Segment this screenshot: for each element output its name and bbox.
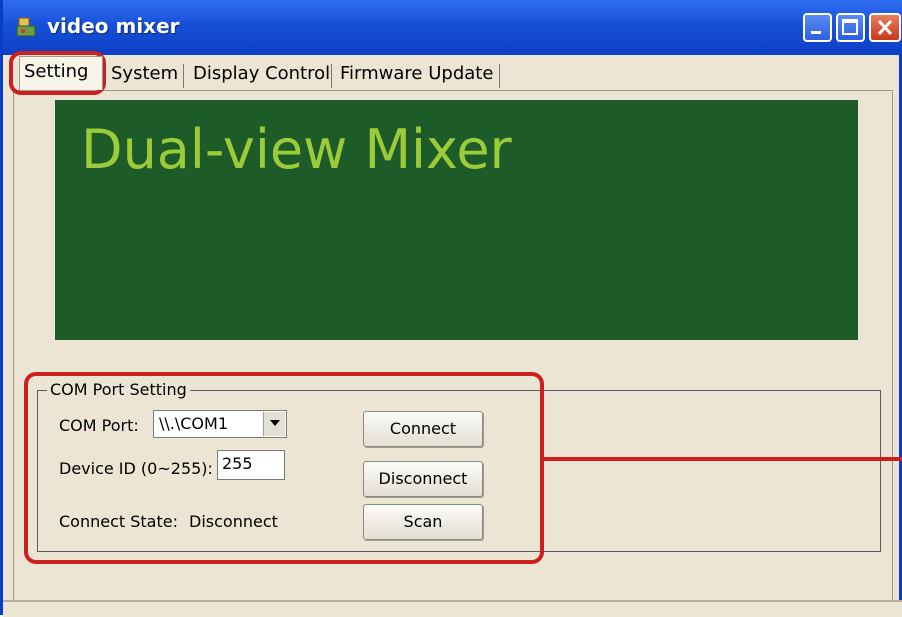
annotation-highlight-com-port <box>24 372 544 564</box>
annotation-pointer-line <box>541 457 902 461</box>
maximize-icon <box>842 19 858 35</box>
tab-display-control[interactable]: Display Control <box>189 60 334 88</box>
window-bottom-edge <box>3 600 902 617</box>
app-icon <box>16 17 36 37</box>
minimize-icon <box>811 31 821 34</box>
maximize-button[interactable] <box>836 13 865 42</box>
product-banner: Dual-view Mixer <box>55 100 858 340</box>
banner-title: Dual-view Mixer <box>81 118 512 181</box>
close-button[interactable] <box>869 13 901 42</box>
tab-separator <box>499 64 500 88</box>
tab-separator <box>331 64 332 88</box>
tab-system[interactable]: System <box>107 60 182 88</box>
minimize-button[interactable] <box>803 13 832 42</box>
tab-separator <box>183 64 184 88</box>
window-title: video mixer <box>47 14 180 38</box>
title-bar[interactable]: video mixer <box>3 0 902 55</box>
tab-strip: Setting System Display Control Firmware … <box>15 56 900 92</box>
tab-firmware-update[interactable]: Firmware Update <box>336 60 497 88</box>
tab-setting[interactable]: Setting <box>19 56 103 90</box>
close-icon <box>877 19 893 36</box>
